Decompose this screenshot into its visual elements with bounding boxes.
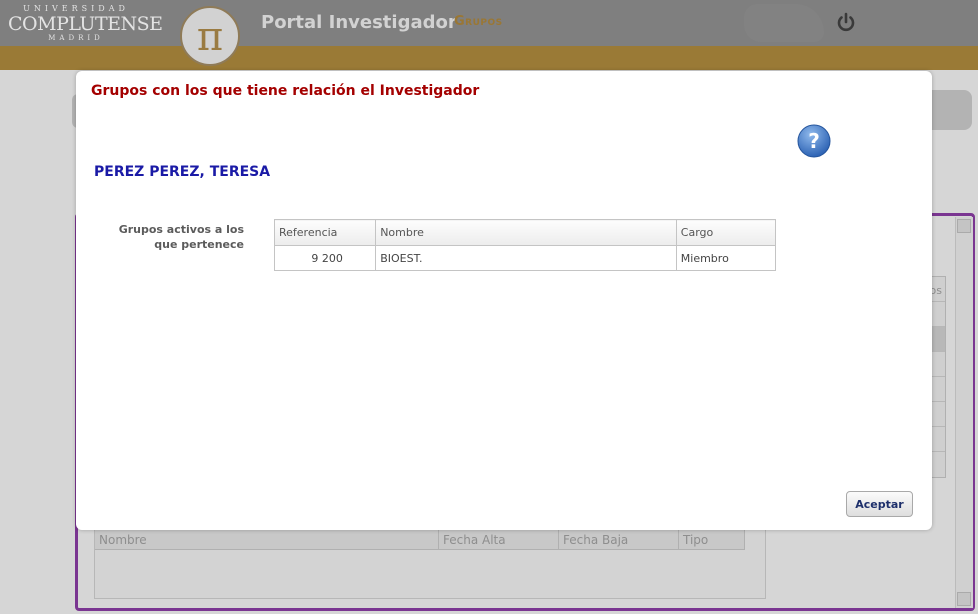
header-gold-bar [0, 46, 978, 70]
svg-text:?: ? [808, 129, 820, 153]
column-header-tipo: Tipo [679, 528, 745, 549]
power-icon[interactable] [836, 12, 856, 34]
background-bottom-table: Nombre Fecha Alta Fecha Baja Tipo [94, 527, 766, 599]
portal-title: Portal Investigador [261, 12, 457, 33]
logo-line-2: COMPLUTENSE [8, 13, 163, 35]
decorative-map-shape [744, 4, 824, 42]
nav-link-grupos[interactable]: Grupos [454, 14, 503, 29]
scroll-down-arrow-icon[interactable] [957, 592, 971, 606]
scroll-up-arrow-icon[interactable] [957, 219, 971, 233]
cell-referencia: 9 200 [273, 245, 377, 271]
pi-symbol: π [196, 14, 224, 60]
groups-modal-dialog: Grupos con los que tiene relación el Inv… [76, 71, 932, 530]
table-row[interactable]: 9 200 BIOEST. Miembro [273, 245, 777, 271]
column-header-referencia[interactable]: Referencia [273, 219, 377, 246]
column-header-nombre: Nombre [95, 528, 439, 549]
university-logo[interactable]: UNIVERSIDAD COMPLUTENSE MADRID [8, 4, 163, 44]
column-header-cargo[interactable]: Cargo [675, 219, 777, 246]
column-header-fecha-baja: Fecha Baja [559, 528, 679, 549]
cell-cargo: Miembro [675, 245, 777, 271]
top-header: UNIVERSIDAD COMPLUTENSE MADRID Portal In… [0, 0, 978, 46]
accept-button[interactable]: Aceptar [846, 491, 913, 517]
column-header-fecha-alta: Fecha Alta [439, 528, 559, 549]
help-question-icon[interactable]: ? [796, 123, 832, 159]
background-scrollbar[interactable] [955, 217, 973, 608]
cell-nombre: BIOEST. [375, 245, 677, 271]
active-groups-table: Referencia Nombre Cargo 9 200 BIOEST. Mi… [273, 219, 777, 271]
table-header-row: Referencia Nombre Cargo [273, 219, 777, 246]
modal-title: Grupos con los que tiene relación el Inv… [91, 83, 480, 99]
background-table-header: Nombre Fecha Alta Fecha Baja Tipo [95, 528, 745, 550]
logo-line-3: MADRID [48, 34, 104, 42]
researcher-name: PEREZ PEREZ, TERESA [94, 164, 271, 180]
pi-logo: π [180, 6, 240, 66]
column-header-nombre[interactable]: Nombre [375, 219, 677, 246]
active-groups-label: Grupos activos a los que pertenece [118, 223, 244, 251]
